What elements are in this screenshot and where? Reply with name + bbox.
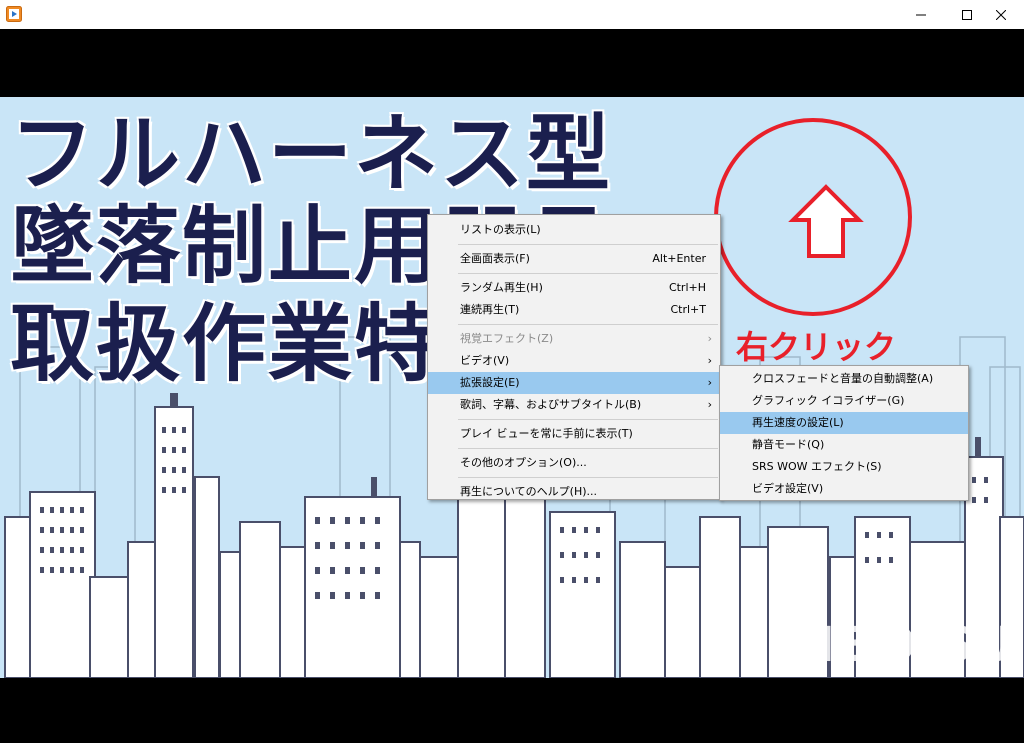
shortcut-label: Ctrl+T <box>670 303 706 316</box>
menu-separator <box>458 419 718 420</box>
submenu-item-play-speed[interactable]: 再生速度の設定(L) <box>720 412 968 434</box>
submenu-arrow-icon: › <box>707 376 712 389</box>
context-menu: リストの表示(L) 全画面表示(F) Alt+Enter ランダム再生(H) Ctr… <box>427 214 721 500</box>
menu-item-fullscreen[interactable]: 全画面表示(F) Alt+Enter <box>428 248 720 270</box>
menu-separator <box>458 448 718 449</box>
submenu-arrow-icon: › <box>707 332 712 345</box>
maximize-icon <box>962 5 972 24</box>
up-arrow-icon <box>788 184 864 258</box>
shortcut-label: Ctrl+H <box>668 281 706 294</box>
submenu-item-srs-wow[interactable]: SRS WOW エフェクト(S) <box>720 456 968 478</box>
close-icon <box>995 5 1007 24</box>
submenu-item-equalizer[interactable]: グラフィック イコライザー(G) <box>720 390 968 412</box>
menu-item-video[interactable]: ビデオ(V) › <box>428 350 720 372</box>
menu-item-show-list[interactable]: リストの表示(L) <box>428 219 720 241</box>
media-player-icon <box>6 6 22 22</box>
right-click-annotation: 右クリック <box>736 328 897 366</box>
letterbox-top <box>0 29 1024 97</box>
letterbox-bottom <box>0 678 1024 743</box>
minimize-button[interactable] <box>898 0 944 29</box>
submenu-item-crossfade[interactable]: クロスフェードと音量の自動調整(A) <box>720 368 968 390</box>
menu-item-visualizations: 視覚エフェクト(Z) › <box>428 328 720 350</box>
menu-separator <box>458 324 718 325</box>
enhancements-submenu: クロスフェードと音量の自動調整(A) グラフィック イコライザー(G) 再生速度… <box>719 365 969 501</box>
menu-separator <box>458 477 718 478</box>
headline-line-1: フルハーネス型 <box>10 105 613 203</box>
title-bar <box>0 0 1024 29</box>
submenu-arrow-icon: › <box>707 398 712 411</box>
menu-item-playback-help[interactable]: 再生についてのヘルプ(H)... <box>428 481 720 503</box>
menu-item-always-on-top[interactable]: プレイ ビューを常に手前に表示(T) <box>428 423 720 445</box>
menu-item-shuffle[interactable]: ランダム再生(H) Ctrl+H <box>428 277 720 299</box>
close-button[interactable] <box>978 0 1024 29</box>
menu-item-enhancements[interactable]: 拡張設定(E) › <box>428 372 720 394</box>
headline-line-3: 取扱作業特 <box>10 295 441 393</box>
menu-item-more-options[interactable]: その他のオプション(O)... <box>428 452 720 474</box>
submenu-item-video-settings[interactable]: ビデオ設定(V) <box>720 478 968 500</box>
submenu-item-quiet-mode[interactable]: 静音モード(Q) <box>720 434 968 456</box>
shortcut-label: Alt+Enter <box>652 252 706 265</box>
menu-item-lyrics-subtitles[interactable]: 歌詞、字幕、およびサブタイトル(B) › <box>428 394 720 416</box>
minimize-icon <box>916 5 926 24</box>
submenu-arrow-icon: › <box>707 354 712 367</box>
menu-separator <box>458 244 718 245</box>
watermark: RIBOISU <box>778 617 1016 673</box>
menu-separator <box>458 273 718 274</box>
menu-item-repeat[interactable]: 連続再生(T) Ctrl+T <box>428 299 720 321</box>
